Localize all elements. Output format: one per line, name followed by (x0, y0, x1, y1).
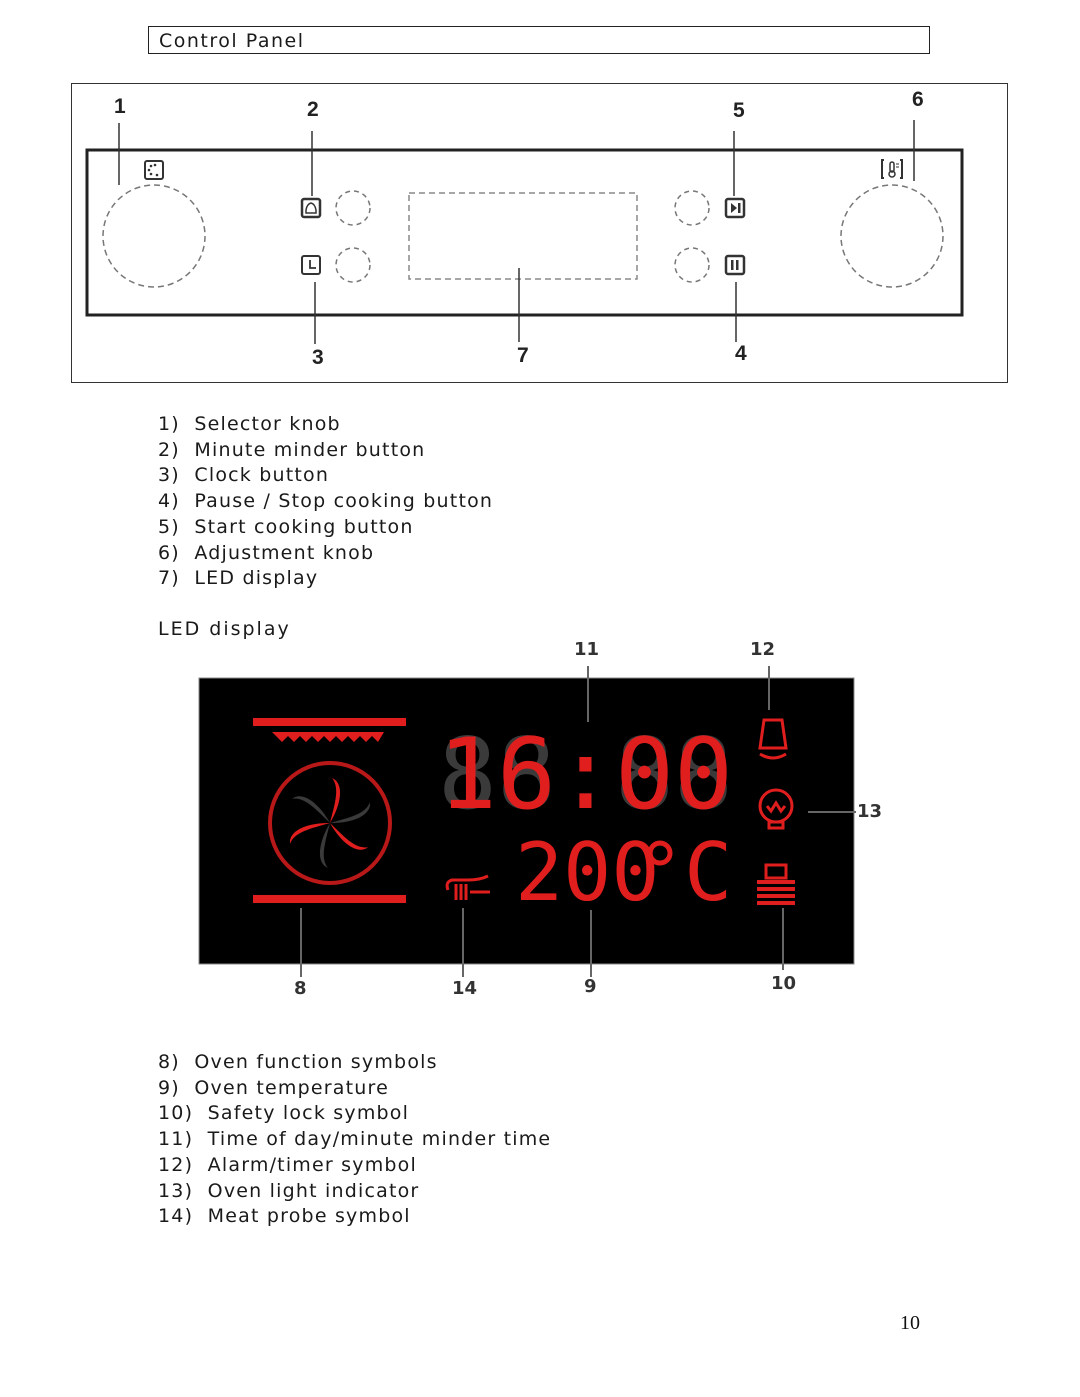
play-pause-icon (724, 197, 746, 219)
callout-9: 9 (584, 976, 597, 997)
start-button (674, 190, 710, 226)
control-panel-drawing (85, 120, 964, 344)
control-panel-legend: 1) Selector knob 2) Minute minder button… (158, 412, 493, 592)
legend-item: 11) Time of day/minute minder time (158, 1128, 552, 1151)
legend-item: 2) Minute minder button (158, 438, 426, 461)
callout-8: 8 (294, 978, 307, 999)
legend-item: 8) Oven function symbols (158, 1051, 438, 1073)
thermometer-icon (881, 159, 903, 179)
led-display-outline (408, 192, 638, 280)
callout-10: 10 (771, 973, 797, 994)
callout-2: 2 (307, 98, 319, 121)
callout-7: 7 (517, 344, 529, 367)
adjustment-knob (840, 184, 944, 288)
callout-3: 3 (312, 346, 324, 369)
led-display-drawing: 88:88 16:00 200 °C (198, 666, 856, 977)
time-readout: 88:88 16:00 (438, 718, 733, 832)
time-digits: 16:00 (438, 718, 733, 832)
clock-icon (301, 255, 321, 275)
callout-11: 11 (574, 639, 600, 660)
legend-item: 4) Pause / Stop cooking button (158, 490, 494, 513)
minute-minder-button (335, 190, 371, 226)
led-section-title: LED display (158, 618, 291, 640)
callout-5: 5 (733, 99, 745, 122)
legend-item: 6) Adjustment knob (158, 541, 375, 564)
pause-button (674, 247, 710, 283)
page-number: 10 (900, 1312, 920, 1334)
callout-4: 4 (735, 342, 747, 365)
legend-item: 10) Safety lock symbol (158, 1102, 410, 1125)
legend-item: 9) Oven temperature (158, 1076, 389, 1099)
callout-14: 14 (452, 978, 478, 999)
legend-item: 7) LED display (158, 567, 319, 590)
legend-item: 12) Alarm/timer symbol (158, 1153, 417, 1176)
legend-item: 5) Start cooking button (158, 515, 414, 538)
clock-button (335, 247, 371, 283)
selector-knob (102, 184, 206, 288)
pause-icon (724, 254, 746, 276)
callout-1: 1 (114, 95, 126, 118)
legend-item: 1) Selector knob (158, 413, 341, 435)
led-legend: 8) Oven function symbols 9) Oven tempera… (158, 1050, 551, 1230)
legend-item: 3) Clock button (158, 464, 330, 487)
temperature-unit: °C (636, 826, 732, 919)
legend-item: 13) Oven light indicator (158, 1179, 420, 1202)
oven-function-icon (144, 160, 164, 180)
panel-fascia (85, 148, 964, 317)
callout-12: 12 (750, 639, 776, 660)
legend-item: 14) Meat probe symbol (158, 1205, 411, 1228)
bell-icon (300, 197, 322, 219)
callout-6: 6 (912, 88, 924, 111)
temperature-readout: 200 °C (515, 826, 732, 919)
callout-13: 13 (857, 801, 883, 822)
